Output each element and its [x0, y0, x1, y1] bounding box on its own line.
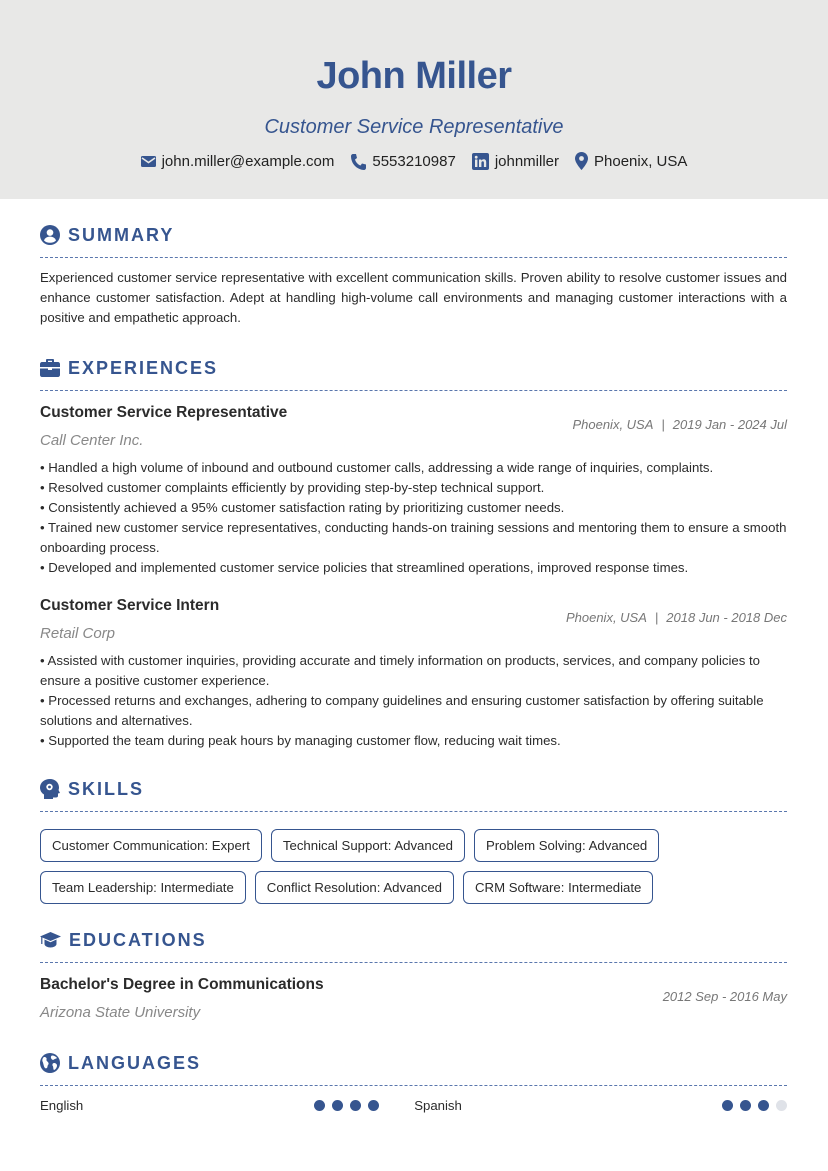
proficiency-dots: [314, 1100, 380, 1111]
skills-section: SKILLS Customer Communication: Expert Te…: [40, 775, 787, 904]
linkedin-icon: [471, 152, 489, 170]
experiences-divider: [40, 390, 787, 391]
contact-bar: john.miller@example.com 5553210987 johnm…: [0, 152, 828, 170]
summary-heading: SUMMARY: [40, 221, 787, 249]
skills-title: SKILLS: [68, 778, 145, 799]
proficiency-dot-filled: [368, 1100, 380, 1111]
proficiency-dot-filled: [722, 1100, 733, 1111]
job-company: Retail Corp: [40, 625, 116, 642]
job-bullets: • Assisted with customer inquiries, prov…: [40, 651, 787, 751]
job-bullet: • Processed returns and exchanges, adher…: [40, 693, 764, 728]
linkedin-text: johnmiller: [494, 152, 560, 170]
skill-tag: Team Leadership: Intermediate: [40, 871, 246, 904]
languages-list: English Spanish: [40, 1098, 787, 1113]
job-meta: Phoenix, USA | 2018 Jun - 2018 Dec: [566, 610, 787, 625]
proficiency-dot-filled: [314, 1100, 326, 1111]
language-item: Spanish: [414, 1098, 787, 1113]
job-bullet: • Trained new customer service represent…: [40, 520, 787, 555]
experience-item: Customer Service Intern Phoenix, USA | 201…: [40, 596, 787, 751]
skill-tag: Customer Communication: Expert: [40, 829, 262, 862]
contact-phone[interactable]: 5553210987: [350, 152, 456, 170]
meta-separator: |: [654, 610, 659, 625]
edu-dates: 2012 Sep - 2016 May: [662, 989, 787, 1004]
briefcase-icon: [40, 359, 60, 377]
skill-tag: Conflict Resolution: Advanced: [254, 871, 455, 904]
proficiency-dot-filled: [350, 1100, 362, 1111]
language-item: English: [40, 1098, 380, 1113]
education-item: Bachelor's Degree in Communications 2012…: [40, 975, 787, 1023]
resume-body: SUMMARY Experienced customer service rep…: [0, 221, 828, 1113]
summary-title: SUMMARY: [68, 224, 175, 245]
summary-text: Experienced customer service representat…: [40, 270, 787, 325]
proficiency-dot-filled: [758, 1100, 769, 1111]
experience-item: Customer Service Representative Phoenix,…: [40, 403, 787, 578]
educations-section: EDUCATIONS Bachelor's Degree in Communic…: [40, 926, 787, 1023]
language-name: Spanish: [414, 1098, 462, 1113]
languages-divider: [40, 1085, 787, 1086]
educations-title: EDUCATIONS: [69, 929, 207, 950]
phone-icon: [350, 153, 367, 170]
languages-title: LANGUAGES: [68, 1052, 202, 1073]
job-bullet: • Assisted with customer inquiries, prov…: [40, 653, 761, 688]
edu-school: Arizona State University: [40, 1004, 201, 1021]
language-name: English: [40, 1098, 84, 1113]
skill-tag: Problem Solving: Advanced: [473, 829, 660, 862]
contact-location: Phoenix, USA: [575, 152, 687, 170]
job-bullet: • Handled a high volume of inbound and o…: [40, 460, 714, 475]
job-bullets: • Handled a high volume of inbound and o…: [40, 458, 787, 578]
skill-tag: CRM Software: Intermediate: [463, 871, 654, 904]
job-meta: Phoenix, USA | 2019 Jan - 2024 Jul: [572, 417, 787, 432]
languages-section: LANGUAGES English Spanish: [40, 1049, 787, 1113]
job-dates: 2019 Jan - 2024 Jul: [672, 417, 787, 432]
job-bullet: • Developed and implemented customer ser…: [40, 560, 689, 575]
summary-divider: [40, 257, 787, 258]
phone-text: 5553210987: [372, 152, 456, 170]
job-bullet: • Resolved customer complaints efficient…: [40, 480, 545, 495]
location-pin-icon: [575, 152, 589, 170]
educations-heading: EDUCATIONS: [40, 926, 787, 954]
envelope-icon: [140, 155, 156, 168]
graduation-cap-icon: [40, 932, 61, 948]
resume-header: John Miller Customer Service Representat…: [0, 0, 828, 199]
email-text: john.miller@example.com: [161, 152, 335, 170]
experiences-heading: EXPERIENCES: [40, 354, 787, 382]
educations-divider: [40, 962, 787, 963]
candidate-name: John Miller: [316, 55, 512, 97]
proficiency-dot-filled: [740, 1100, 751, 1111]
skill-tag: Technical Support: Advanced: [270, 829, 465, 862]
meta-separator: |: [661, 417, 665, 432]
proficiency-dot-empty: [776, 1100, 787, 1111]
job-location: Phoenix, USA: [572, 417, 654, 432]
user-circle-icon: [40, 225, 60, 245]
brain-head-icon: [40, 779, 60, 799]
job-dates: 2018 Jun - 2018 Dec: [666, 610, 787, 625]
skills-heading: SKILLS: [40, 775, 787, 803]
job-bullet: • Consistently achieved a 95% customer s…: [40, 500, 565, 515]
languages-heading: LANGUAGES: [40, 1049, 787, 1077]
skills-divider: [40, 811, 787, 812]
proficiency-dot-filled: [332, 1100, 344, 1111]
job-bullet: • Supported the team during peak hours b…: [40, 733, 561, 748]
job-location: Phoenix, USA: [565, 610, 647, 625]
proficiency-dots: [722, 1100, 787, 1111]
job-company: Call Center Inc.: [40, 432, 144, 449]
contact-linkedin[interactable]: johnmiller: [471, 152, 560, 170]
summary-section: SUMMARY Experienced customer service rep…: [40, 221, 787, 328]
candidate-title: Customer Service Representative: [264, 116, 564, 138]
contact-email[interactable]: john.miller@example.com: [140, 152, 335, 170]
experiences-section: EXPERIENCES Customer Service Representat…: [40, 354, 787, 751]
experiences-title: EXPERIENCES: [68, 357, 219, 378]
location-text: Phoenix, USA: [594, 152, 688, 170]
globe-icon: [40, 1053, 60, 1073]
skills-list: Customer Communication: Expert Technical…: [40, 829, 680, 904]
